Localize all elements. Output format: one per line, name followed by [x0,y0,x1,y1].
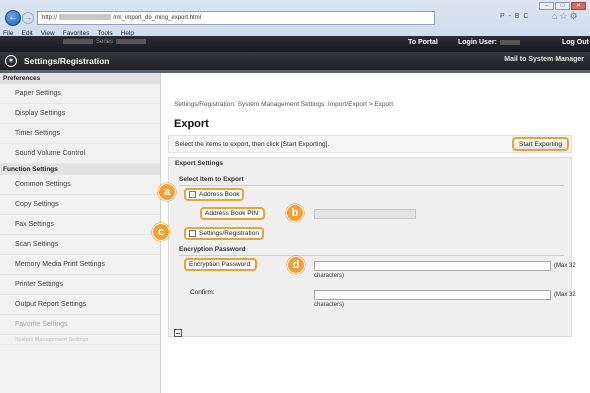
breadcrumb: Settings/Registration: System Management… [174,101,394,108]
select-item-heading: Select Item to Export [179,176,244,183]
sidebar-item-printer-settings[interactable]: Printer Settings [0,275,160,295]
window-controls: – □ ✕ [539,2,586,10]
device-name: Series [60,39,149,45]
settings-logo-icon: ✶ [5,55,17,67]
settings-registration-checkbox[interactable] [189,230,196,237]
export-settings-heading: Export Settings [175,160,224,167]
logout-link[interactable]: Log Out [562,39,589,46]
main-content: Settings/Registration: System Management… [152,73,586,393]
instruction-text: Select the items to export, then click [… [175,141,330,148]
callout-badge-c: c [152,223,170,241]
sidebar-item-output-report[interactable]: Output Report Settings [0,295,160,315]
home-star-gear-icons[interactable]: ⌂☆⚙ [552,11,580,22]
encryption-password-input[interactable] [314,261,551,271]
print-icon[interactable] [174,329,182,337]
sidebar-item-copy-settings[interactable]: Copy Settings [0,195,160,215]
confirm-label: Confirm: [190,289,215,296]
redacted-host [59,14,112,21]
address-book-checkbox-row[interactable]: Address Book [184,188,245,201]
sidebar-item-scan-settings[interactable]: Scan Settings [0,235,160,255]
to-portal-link[interactable]: To Portal [408,39,438,46]
callout-badge-d: d [287,256,305,274]
sidebar-item-timer-settings[interactable]: Timer Settings [0,124,160,144]
address-book-checkbox[interactable] [189,191,196,198]
confirm-password-input[interactable] [314,290,551,300]
minimize-button[interactable]: – [539,2,554,10]
sidebar-item-common-settings[interactable]: Common Settings [0,175,160,195]
sidebar-item-paper-settings[interactable]: Paper Settings [0,84,160,104]
url-prefix: http:// [42,15,58,21]
sidebar-section-function: Function Settings [0,164,160,175]
page-title: Export [174,118,209,130]
settings-registration-checkbox-row[interactable]: Settings/Registration [184,227,264,240]
address-book-pin-label: Address Book PIN: [200,207,265,220]
sidebar-item-favorite-settings[interactable]: Favorite Settings [0,315,160,335]
sidebar-item-memory-media[interactable]: Memory Media Print Settings [0,255,160,275]
forward-icon[interactable]: → [22,12,34,24]
encryption-password-heading: Encryption Password [179,246,246,253]
callout-badge-b: b [286,204,304,222]
divider [179,255,564,256]
start-exporting-button[interactable]: Start Exporting [512,137,569,151]
app-title: Settings/Registration [24,56,110,66]
encryption-password-label: Encryption Password: [184,258,257,271]
sidebar-item-fax-settings[interactable]: Fax Settings [0,215,160,235]
login-user: Login User: [458,39,523,46]
maximize-button[interactable]: □ [555,2,570,10]
max-note-b: characters) [314,273,345,279]
sidebar-section-preferences: Preferences [0,73,160,84]
top-bar: Series To Portal Login User: Log Out [0,36,590,52]
back-icon[interactable]: ← [5,10,21,26]
callout-badge-a: a [158,183,176,201]
sidebar: Preferences Paper Settings Display Setti… [0,73,161,393]
address-book-pin-input[interactable] [314,209,416,219]
sidebar-item-display-settings[interactable]: Display Settings [0,104,160,124]
address-bar[interactable]: http:// /rm_import_do_ming_export.html [37,11,435,25]
sidebar-item-system-management[interactable]: System Management Settings [0,335,160,345]
sidebar-item-sound-volume[interactable]: Sound Volume Control [0,144,160,164]
app-header: ✶ Settings/Registration Mail to System M… [0,52,590,70]
divider [179,185,564,186]
instruction-row: Select the items to export, then click [… [168,135,572,153]
settings-registration-label: Settings/Registration [199,230,259,237]
address-tools[interactable]: P - B C [500,13,529,20]
mail-to-system-manager-link[interactable]: Mail to System Manager [504,56,584,64]
address-book-label: Address Book [199,191,240,198]
url-suffix: /rm_import_do_ming_export.html [113,15,202,21]
export-settings-panel: Export Settings Select Item to Export Ad… [168,157,576,337]
max-note-b-confirm: characters) [314,302,345,308]
max-note-a: (Max 32 [554,263,576,269]
close-button[interactable]: ✕ [571,2,586,10]
max-note-a-confirm: (Max 32 [554,292,576,298]
